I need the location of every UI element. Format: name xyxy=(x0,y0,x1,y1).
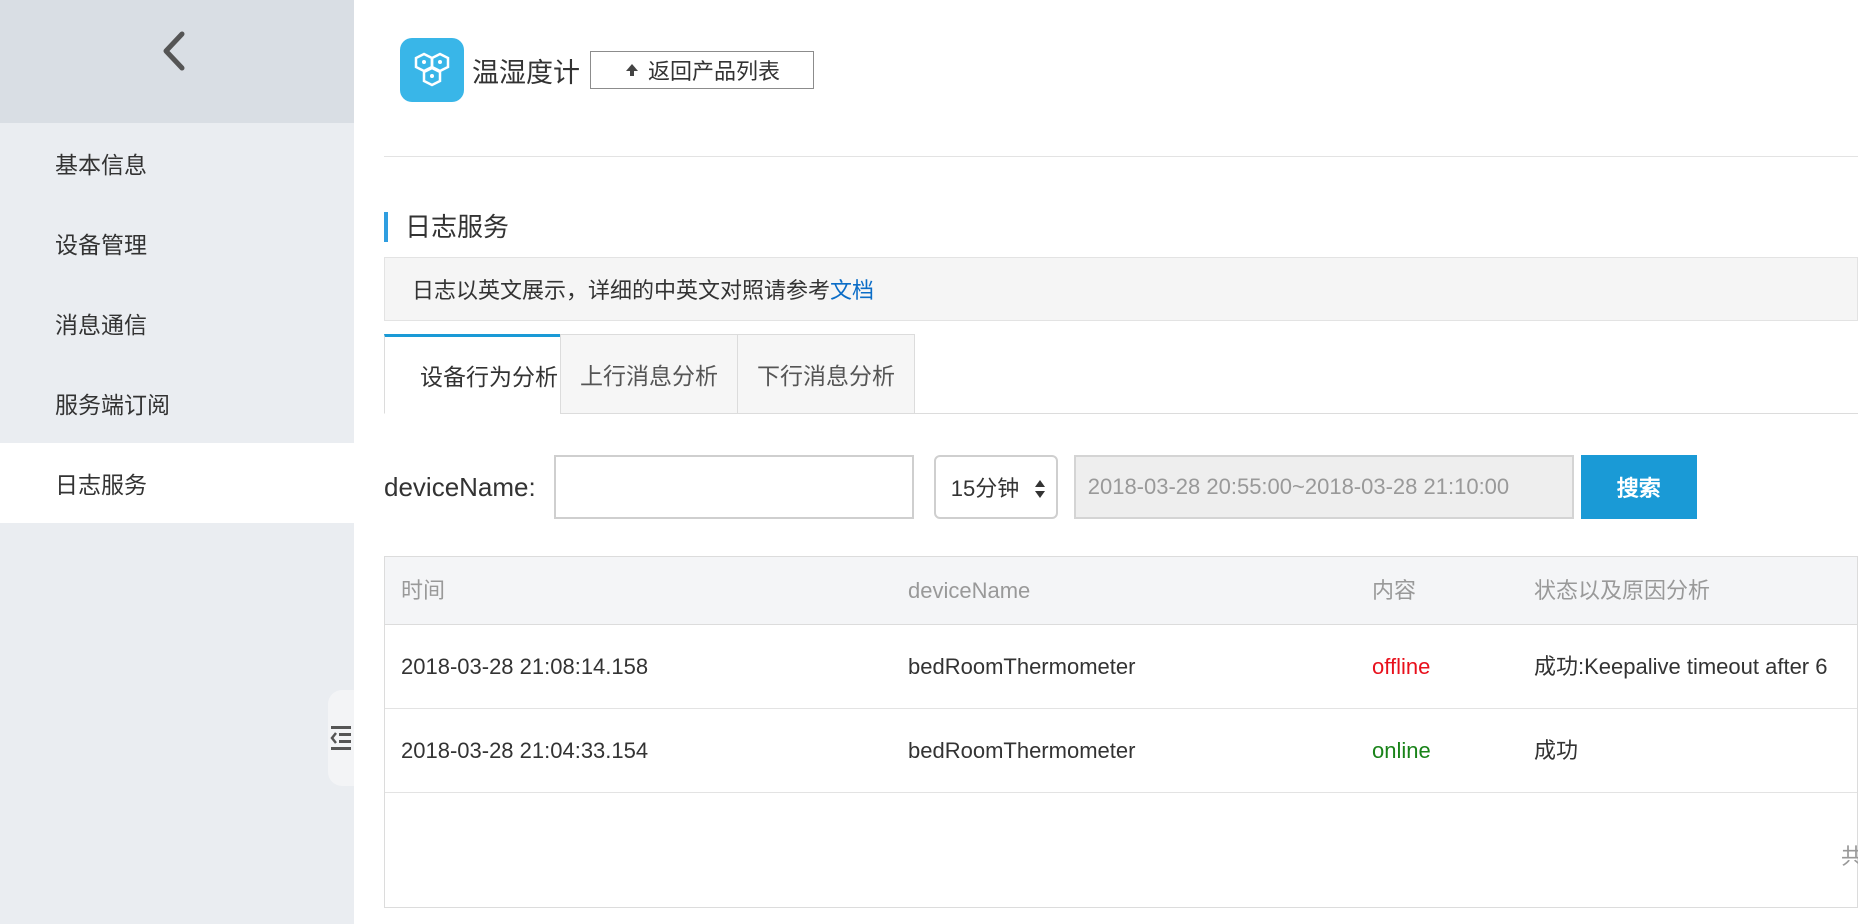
sidebar-header xyxy=(0,0,354,123)
table-row: 2018-03-28 21:04:33.154 bedRoomThermomet… xyxy=(385,709,1857,793)
sidebar-item-basic-info[interactable]: 基本信息 xyxy=(0,123,354,203)
sidebar-item-label: 基本信息 xyxy=(55,152,147,178)
cell-status: 成功 xyxy=(1534,738,1579,763)
sidebar-item-label: 日志服务 xyxy=(55,472,147,498)
sidebar: 基本信息 设备管理 消息通信 服务端订阅 日志服务 xyxy=(0,0,354,924)
back-to-product-list-button[interactable]: 返回产品列表 xyxy=(590,51,814,89)
table-header: 时间 deviceName 内容 状态以及原因分析 xyxy=(385,557,1857,625)
tab-downstream-messages[interactable]: 下行消息分析 xyxy=(737,334,915,414)
sidebar-item-label: 消息通信 xyxy=(55,312,147,338)
cell-device: bedRoomThermometer xyxy=(908,654,1136,679)
column-header-device: deviceName xyxy=(908,578,1031,603)
product-name: 温湿度计 xyxy=(472,57,580,88)
sidebar-item-device-management[interactable]: 设备管理 xyxy=(0,203,354,283)
date-range-value: 2018-03-28 20:55:00~2018-03-28 21:10:00 xyxy=(1087,474,1510,499)
device-name-label: deviceName: xyxy=(384,471,536,502)
section-title: 日志服务 xyxy=(384,212,509,242)
tab-label: 设备行为分析 xyxy=(420,364,558,390)
chevron-left-icon[interactable] xyxy=(158,30,192,72)
sidebar-item-log-service[interactable]: 日志服务 xyxy=(0,443,354,523)
upload-arrow-icon xyxy=(624,62,640,78)
sidebar-item-label: 服务端订阅 xyxy=(55,392,170,418)
cell-content: offline xyxy=(1372,654,1431,679)
pagination-total: 共 xyxy=(1840,844,1858,869)
date-range-field[interactable]: 2018-03-28 20:55:00~2018-03-28 21:10:00 xyxy=(1073,455,1574,519)
time-range-value: 15分钟 xyxy=(950,476,1020,501)
select-arrows-icon xyxy=(1034,479,1046,505)
header-divider xyxy=(384,156,1858,157)
cell-status: 成功:Keepalive timeout after 6 xyxy=(1534,654,1828,679)
device-name-input[interactable] xyxy=(553,455,914,519)
collapse-sidebar-icon[interactable] xyxy=(328,690,354,786)
cell-content: online xyxy=(1372,738,1431,763)
sidebar-item-server-subscription[interactable]: 服务端订阅 xyxy=(0,363,354,443)
column-header-content: 内容 xyxy=(1372,578,1417,603)
tab-upstream-messages[interactable]: 上行消息分析 xyxy=(560,334,738,414)
tab-label: 上行消息分析 xyxy=(580,363,718,389)
sidebar-item-messaging[interactable]: 消息通信 xyxy=(0,283,354,363)
back-button-label: 返回产品列表 xyxy=(647,59,780,84)
product-icon xyxy=(400,38,464,102)
cell-time: 2018-03-28 21:04:33.154 xyxy=(401,738,649,763)
notice-text: 日志以英文展示，详细的中英文对照请参考 xyxy=(412,278,831,303)
table-row: 2018-03-28 21:08:14.158 bedRoomThermomet… xyxy=(385,625,1857,709)
log-table: 时间 deviceName 内容 状态以及原因分析 2018-03-28 21:… xyxy=(384,556,1858,908)
search-button[interactable]: 搜索 xyxy=(1580,455,1697,519)
sidebar-item-label: 设备管理 xyxy=(55,232,147,258)
time-range-select[interactable]: 15分钟 xyxy=(933,455,1058,519)
column-header-time: 时间 xyxy=(401,578,446,603)
tab-label: 下行消息分析 xyxy=(757,363,895,389)
notice-bar: 日志以英文展示，详细的中英文对照请参考 文档 xyxy=(384,257,1858,321)
docs-link[interactable]: 文档 xyxy=(830,273,874,305)
cell-device: bedRoomThermometer xyxy=(908,738,1136,763)
column-header-status: 状态以及原因分析 xyxy=(1534,578,1711,603)
product-header: 温湿度计 返回产品列表 xyxy=(400,38,814,102)
cell-time: 2018-03-28 21:08:14.158 xyxy=(401,654,649,679)
main-content: 温湿度计 返回产品列表 日志服务 日志以英文展示，详细的中英文对照请参考 文档 设… xyxy=(354,0,1858,924)
filter-bar: deviceName: 15分钟 2018-03-28 20:55:00~201… xyxy=(384,455,1697,519)
tab-bar: 设备行为分析 上行消息分析 下行消息分析 xyxy=(384,334,1858,414)
